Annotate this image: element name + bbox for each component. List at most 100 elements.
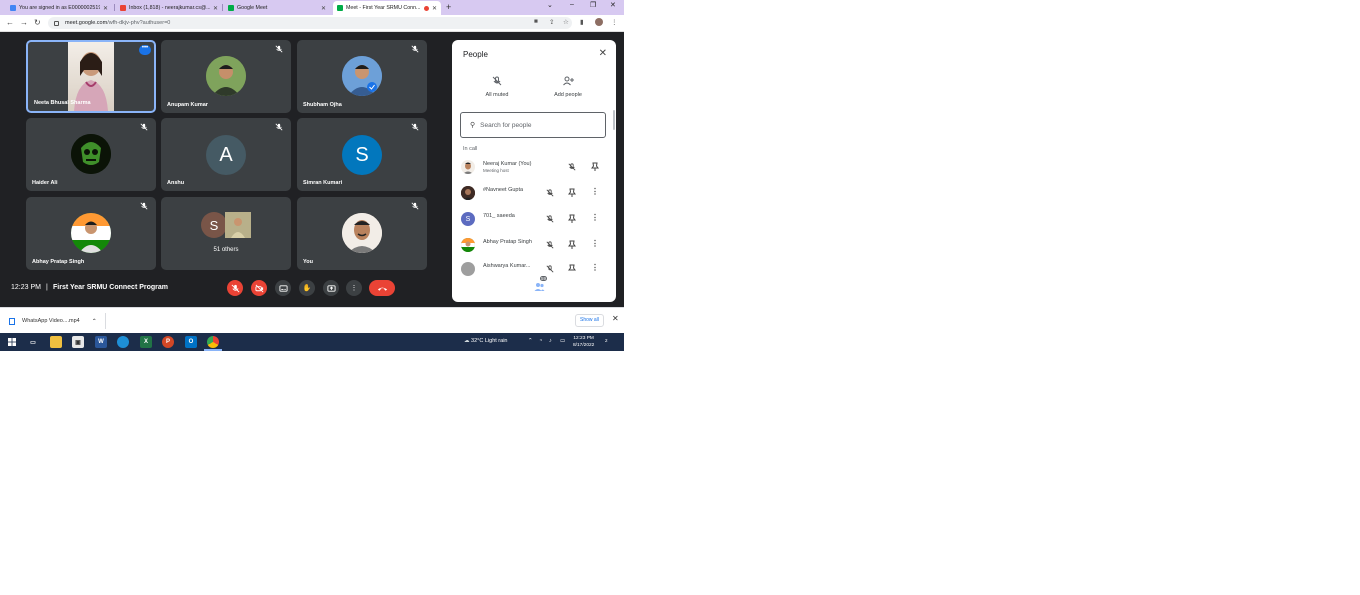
store-icon[interactable]: ▣ bbox=[72, 336, 84, 348]
edge-icon[interactable] bbox=[117, 336, 129, 348]
more-options-icon[interactable]: ⋮ bbox=[591, 187, 599, 196]
participant-list-item[interactable]: S 701_ saeeda ⋮ bbox=[452, 208, 616, 232]
mic-off-icon[interactable] bbox=[546, 189, 554, 197]
more-options-icon[interactable]: ••• bbox=[139, 45, 151, 55]
participant-list-item[interactable]: Abhay Pratap Singh ⋮ bbox=[452, 234, 616, 258]
taskbar-clock[interactable]: 12:23 PM 8/17/2022 bbox=[573, 335, 594, 349]
start-button[interactable] bbox=[6, 336, 18, 348]
chat-button[interactable] bbox=[555, 282, 567, 294]
restore-button[interactable]: ❐ bbox=[590, 1, 596, 9]
mic-off-icon[interactable] bbox=[568, 163, 576, 171]
mic-off-icon bbox=[275, 45, 283, 53]
new-tab-button[interactable]: + bbox=[446, 2, 451, 12]
close-icon[interactable]: ✕ bbox=[599, 48, 607, 59]
captions-button[interactable] bbox=[275, 280, 291, 296]
participant-avatar bbox=[461, 186, 475, 200]
more-options-icon[interactable]: ⋮ bbox=[591, 213, 599, 222]
mic-off-icon[interactable] bbox=[546, 241, 554, 249]
add-people-button[interactable]: Add people bbox=[544, 76, 592, 98]
present-now-button[interactable] bbox=[323, 280, 339, 296]
back-button[interactable]: ← bbox=[6, 18, 14, 27]
address-bar[interactable]: meet.google.com/wfh-dkjv-phv?authuser=0 bbox=[48, 17, 572, 29]
pin-icon[interactable] bbox=[568, 188, 576, 197]
participant-count-badge: 59 bbox=[540, 276, 548, 281]
pin-icon[interactable] bbox=[591, 162, 599, 171]
participant-tile-self[interactable]: You bbox=[297, 197, 427, 270]
camera-toggle-button[interactable] bbox=[251, 280, 267, 296]
meeting-details-button[interactable] bbox=[510, 282, 522, 294]
weather-widget[interactable]: ☁ 32°C Light rain bbox=[464, 338, 507, 344]
chevron-up-icon[interactable]: ⌃ bbox=[528, 338, 533, 344]
more-options-button[interactable]: ⋮ bbox=[346, 280, 362, 296]
mic-off-icon bbox=[140, 123, 148, 131]
forward-button[interactable]: → bbox=[20, 18, 28, 27]
participant-tile[interactable]: Shubham Ojha bbox=[297, 40, 427, 113]
chrome-icon[interactable] bbox=[207, 336, 219, 348]
people-search-input[interactable] bbox=[480, 121, 591, 129]
excel-icon[interactable]: X bbox=[140, 336, 152, 348]
participant-tile[interactable]: S Simran Kumari bbox=[297, 118, 427, 191]
battery-icon[interactable]: ▭ bbox=[560, 338, 565, 344]
camera-in-use-icon[interactable]: ■ bbox=[534, 18, 538, 25]
outlook-icon[interactable]: O bbox=[185, 336, 197, 348]
download-item[interactable]: WhatsApp Video....mp4 ⌃ bbox=[6, 313, 106, 329]
close-icon[interactable]: ✕ bbox=[103, 5, 108, 12]
participant-list-item[interactable]: #Navneet Gupta ⋮ bbox=[452, 182, 616, 206]
file-explorer-icon[interactable] bbox=[50, 336, 62, 348]
add-person-icon bbox=[544, 76, 592, 88]
reload-button[interactable]: ↻ bbox=[34, 18, 41, 27]
close-icon[interactable]: ✕ bbox=[321, 5, 326, 12]
participant-name: Haider Ali bbox=[32, 180, 58, 186]
participant-tile[interactable]: ••• Neeta Bhusal Sharma bbox=[26, 40, 156, 113]
people-button[interactable] bbox=[533, 282, 545, 294]
close-icon[interactable]: ✕ bbox=[432, 5, 437, 12]
participant-list-item[interactable]: Aishwarya Kumar... ⋮ bbox=[452, 258, 616, 282]
mic-off-icon[interactable] bbox=[546, 215, 554, 223]
task-view-icon[interactable]: ▭ bbox=[27, 336, 39, 348]
side-panel-icon[interactable]: ▮ bbox=[580, 18, 584, 26]
bookmark-star-icon[interactable]: ☆ bbox=[563, 18, 569, 26]
pin-icon[interactable] bbox=[568, 214, 576, 223]
show-all-button[interactable]: Show all bbox=[575, 314, 604, 327]
more-options-icon[interactable]: ⋮ bbox=[591, 263, 599, 272]
more-options-icon[interactable]: ⋮ bbox=[591, 239, 599, 248]
browser-tab-signin[interactable]: You are signed in as E0000002519 ✕ bbox=[6, 1, 112, 15]
browser-tab-meet-active[interactable]: Meet - First Year SRMU Conn... ✕ bbox=[333, 1, 441, 15]
notifications-icon[interactable]: 2 bbox=[605, 338, 608, 344]
panel-scrollbar[interactable] bbox=[613, 110, 615, 130]
mic-off-icon bbox=[411, 45, 419, 53]
chevron-up-icon[interactable]: ⌃ bbox=[92, 318, 97, 325]
participant-list-item[interactable]: Neeraj Kumar (You) Meeting host bbox=[452, 156, 616, 180]
microphone-toggle-button[interactable] bbox=[227, 280, 243, 296]
participant-tile[interactable]: Anupam Kumar bbox=[161, 40, 291, 113]
profile-avatar[interactable] bbox=[595, 18, 603, 26]
all-muted-button[interactable]: All muted bbox=[473, 76, 521, 98]
close-icon[interactable]: ✕ bbox=[612, 314, 619, 323]
raise-hand-button[interactable]: ✋ bbox=[299, 280, 315, 296]
pin-icon[interactable] bbox=[568, 264, 576, 273]
window-close-button[interactable]: ✕ bbox=[610, 1, 616, 9]
participant-tile[interactable]: A Anshu bbox=[161, 118, 291, 191]
mic-off-icon[interactable] bbox=[546, 265, 554, 273]
participant-tile[interactable]: Haider Ali bbox=[26, 118, 156, 191]
pin-icon[interactable] bbox=[568, 240, 576, 249]
activities-button[interactable] bbox=[577, 282, 589, 294]
host-lock-icon bbox=[601, 283, 610, 291]
meet-stage: ••• Neeta Bhusal Sharma Anupam Kumar Shu… bbox=[0, 32, 624, 307]
browser-tab-gmail[interactable]: Inbox (1,818) - neerajkumar.cs@... ✕ bbox=[116, 1, 222, 15]
close-icon[interactable]: ✕ bbox=[213, 5, 218, 12]
participant-tile[interactable]: Abhay Pratap Singh bbox=[26, 197, 156, 270]
leave-call-button[interactable] bbox=[369, 280, 395, 296]
volume-icon[interactable]: ♪ bbox=[549, 338, 552, 344]
powerpoint-icon[interactable]: P bbox=[162, 336, 174, 348]
browser-tab-google-meet[interactable]: Google Meet ✕ bbox=[224, 1, 330, 15]
share-icon[interactable]: ⇪ bbox=[549, 18, 554, 26]
network-icon[interactable]: ◔ bbox=[539, 338, 542, 344]
people-search-box[interactable]: ⚲ bbox=[460, 112, 606, 138]
minimize-button[interactable]: – bbox=[570, 1, 574, 8]
browser-menu-icon[interactable]: ⋮ bbox=[611, 18, 618, 26]
host-controls-button[interactable] bbox=[599, 282, 611, 294]
word-icon[interactable]: W bbox=[95, 336, 107, 348]
tab-search-chevron-icon[interactable]: ⌄ bbox=[547, 1, 553, 9]
others-tile[interactable]: S 51 others bbox=[161, 197, 291, 270]
